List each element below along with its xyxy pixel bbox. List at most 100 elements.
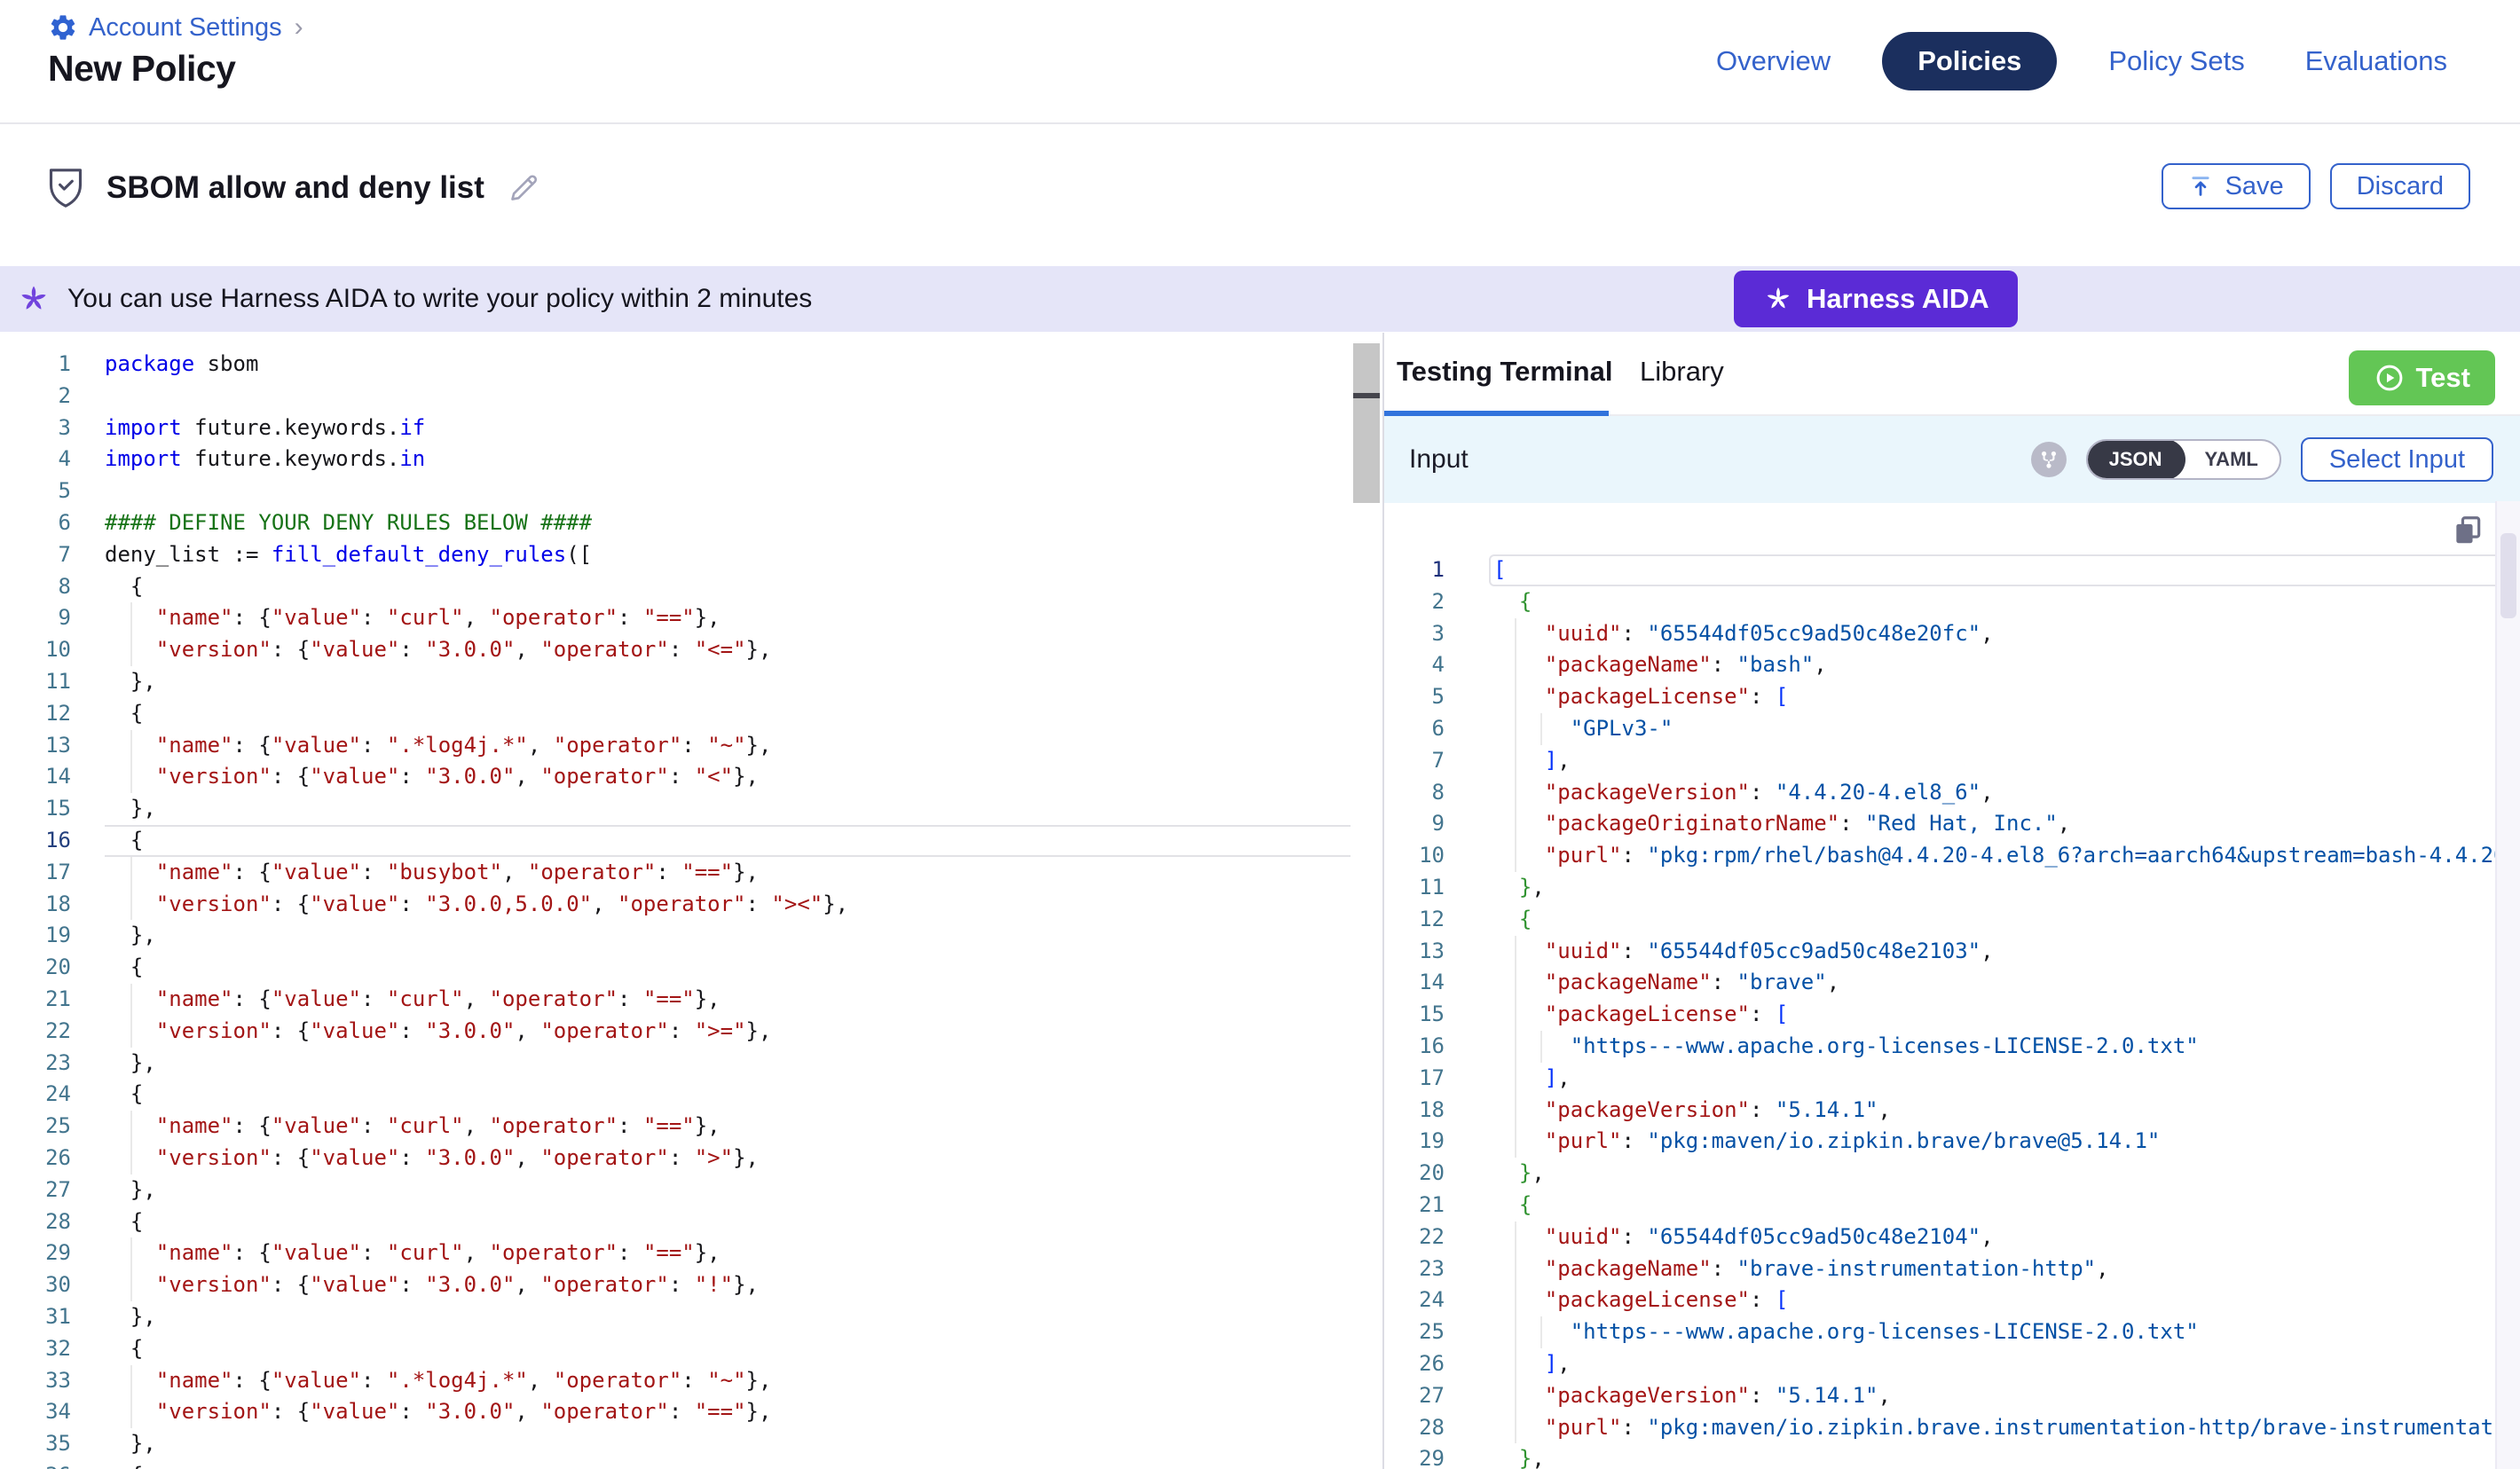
select-input-button[interactable]: Select Input (2301, 437, 2493, 482)
code-line: 8 { (0, 571, 1351, 603)
line-content: "uuid": "65544df05cc9ad50c48e2104", (1489, 1222, 2520, 1253)
code-line: 18 "packageVersion": "5.14.1", (1384, 1095, 2520, 1127)
input-json-editor[interactable]: 1[2 {3 "uuid": "65544df05cc9ad50c48e20fc… (1384, 503, 2520, 1469)
line-number: 24 (0, 1079, 71, 1111)
code-line: 28 { (0, 1206, 1351, 1238)
tab-policies[interactable]: Policies (1882, 32, 2057, 90)
harness-aida-button[interactable]: Harness AIDA (1734, 271, 2018, 327)
line-number: 31 (0, 1301, 71, 1333)
line-number: 2 (0, 381, 71, 412)
aida-flower-icon (16, 281, 51, 317)
line-number: 1 (0, 349, 71, 381)
tab-library[interactable]: Library (1640, 356, 1724, 388)
format-option-json[interactable]: JSON (2086, 439, 2185, 480)
code-line: 26 "version": {"value": "3.0.0", "operat… (0, 1143, 1351, 1174)
left-editor-scrollbar[interactable] (1351, 333, 1382, 1469)
right-editor-scrollbar[interactable] (2495, 501, 2520, 1469)
code-line: 6 "GPLv3-" (1384, 713, 2520, 745)
line-number: 14 (0, 761, 71, 793)
code-line: 14 "packageName": "brave", (1384, 967, 2520, 999)
line-number: 15 (0, 793, 71, 825)
line-number: 8 (1384, 777, 1445, 809)
code-line: 2 (0, 381, 1351, 412)
line-content: "version": {"value": "3.0.0", "operator"… (105, 761, 1351, 793)
line-content (105, 475, 1351, 507)
line-content: }, (1489, 872, 2520, 904)
line-number: 6 (0, 507, 71, 539)
line-content: { (105, 1460, 1351, 1469)
line-content: { (105, 1206, 1351, 1238)
line-number: 26 (1384, 1348, 1445, 1380)
code-line: 17 "name": {"value": "busybot", "operato… (0, 857, 1351, 889)
code-line: 22 "uuid": "65544df05cc9ad50c48e2104", (1384, 1222, 2520, 1253)
discard-button[interactable]: Discard (2330, 163, 2470, 209)
line-content: { (105, 952, 1351, 984)
chevron-right-icon: › (295, 12, 303, 43)
code-line: 3 "uuid": "65544df05cc9ad50c48e20fc", (1384, 618, 2520, 650)
copy-icon[interactable] (2451, 514, 2485, 547)
code-line: 35 }, (0, 1428, 1351, 1460)
code-line: 2 { (1384, 586, 2520, 618)
line-content: }, (1489, 1443, 2520, 1469)
code-line: 9 "name": {"value": "curl", "operator": … (0, 602, 1351, 634)
format-option-yaml[interactable]: YAML (2184, 439, 2280, 480)
line-content: "packageVersion": "4.4.20-4.el8_6", (1489, 777, 2520, 809)
code-line: 14 "version": {"value": "3.0.0", "operat… (0, 761, 1351, 793)
line-content: }, (105, 1428, 1351, 1460)
code-line: 1 package sbom (0, 349, 1351, 381)
code-line: 11 }, (1384, 872, 2520, 904)
code-line: 9 "packageOriginatorName": "Red Hat, Inc… (1384, 808, 2520, 840)
scrollbar-handle[interactable] (2500, 533, 2516, 618)
line-number: 28 (0, 1206, 71, 1238)
line-content: { (1489, 904, 2520, 936)
line-number: 30 (0, 1269, 71, 1301)
top-tabs: Overview Policies Policy Sets Evaluation… (1707, 32, 2456, 90)
line-content: deny_list := fill_default_deny_rules([ (105, 539, 1351, 571)
line-number: 9 (1384, 808, 1445, 840)
policy-code-editor[interactable]: 1package sbom23import future.keywords.if… (0, 333, 1351, 1469)
line-number: 6 (1384, 713, 1445, 745)
tab-testing-terminal[interactable]: Testing Terminal (1397, 356, 1612, 388)
shield-check-icon (46, 167, 85, 209)
test-button[interactable]: Test (2349, 350, 2495, 405)
code-line: 28 "purl": "pkg:maven/io.zipkin.brave.in… (1384, 1412, 2520, 1444)
line-content: package sbom (105, 349, 1351, 381)
tab-policy-sets[interactable]: Policy Sets (2099, 33, 2253, 90)
code-line: 23 }, (0, 1048, 1351, 1080)
line-content: }, (1489, 1158, 2520, 1190)
line-number: 34 (0, 1396, 71, 1428)
code-line: 21 { (1384, 1190, 2520, 1222)
line-content: [ (1489, 554, 2520, 586)
line-content: "version": {"value": "3.0.0", "operator"… (105, 634, 1351, 666)
testing-panel: Testing Terminal Library Test Input JSON… (1382, 333, 2520, 1469)
code-line: 20 }, (1384, 1158, 2520, 1190)
line-content: "GPLv3-" (1489, 713, 2520, 745)
line-number: 11 (0, 666, 71, 698)
line-number: 23 (1384, 1253, 1445, 1285)
breadcrumb-account-settings-link[interactable]: Account Settings (89, 13, 282, 43)
line-content: "https---www.apache.org-licenses-LICENSE… (1489, 1031, 2520, 1063)
fork-icon[interactable] (2031, 442, 2067, 477)
save-button[interactable]: Save (2162, 163, 2311, 209)
code-line: 32 { (0, 1333, 1351, 1365)
line-content: "uuid": "65544df05cc9ad50c48e20fc", (1489, 618, 2520, 650)
save-button-label: Save (2225, 172, 2284, 201)
line-content: ], (1489, 1063, 2520, 1095)
line-number: 27 (0, 1174, 71, 1206)
line-content: "https---www.apache.org-licenses-LICENSE… (1489, 1316, 2520, 1348)
line-content: "packageLicense": [ (1489, 999, 2520, 1031)
scrollbar-cursor-marker (1353, 393, 1380, 398)
code-line: 5 "packageLicense": [ (1384, 681, 2520, 713)
line-number: 20 (1384, 1158, 1445, 1190)
line-number: 23 (0, 1048, 71, 1080)
edit-pencil-icon[interactable] (506, 170, 541, 206)
aida-banner-message: You can use Harness AIDA to write your p… (67, 284, 812, 314)
line-content: }, (105, 1048, 1351, 1080)
line-number: 9 (0, 602, 71, 634)
line-content: ], (1489, 745, 2520, 777)
tab-evaluations[interactable]: Evaluations (2296, 33, 2456, 90)
input-bar: Input JSON YAML Select Input (1384, 416, 2520, 503)
tab-overview[interactable]: Overview (1707, 33, 1839, 90)
scrollbar-handle[interactable] (1353, 343, 1380, 503)
code-line: 12 { (0, 698, 1351, 730)
